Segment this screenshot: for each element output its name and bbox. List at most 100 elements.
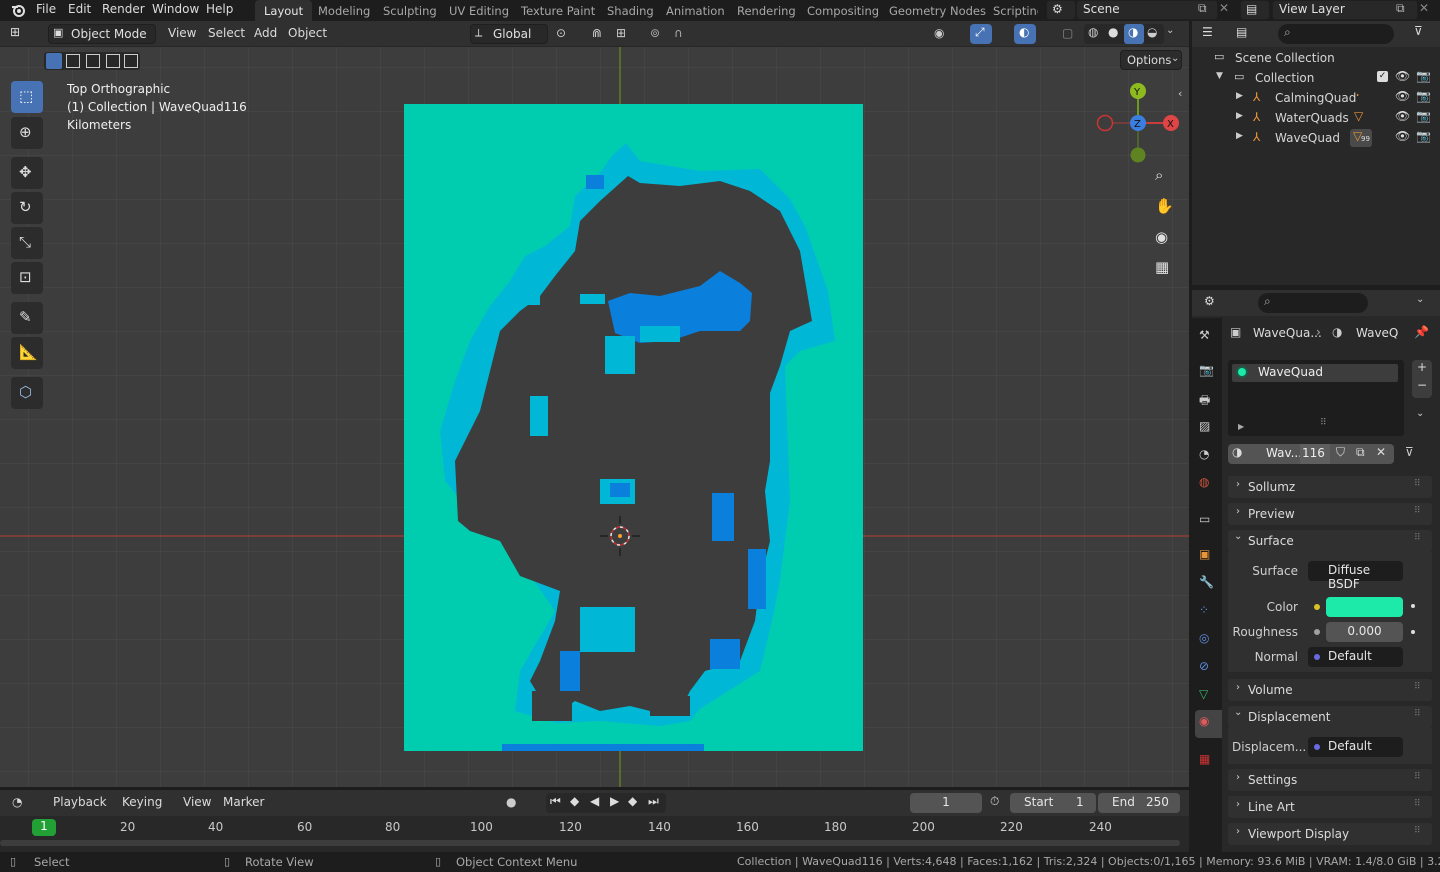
panel-sollumz[interactable]: › Sollumz ⠿: [1228, 476, 1432, 498]
menu-file[interactable]: File: [36, 2, 56, 16]
outliner-item-calmingquad[interactable]: ▶ ⅄ CalmingQuad ᛫ 👁 📷: [1192, 89, 1440, 109]
chevron-down-icon[interactable]: ⌄: [1416, 408, 1424, 419]
menu-render[interactable]: Render: [102, 2, 145, 16]
menu-timeline-view[interactable]: View: [183, 795, 211, 809]
menu-playback[interactable]: Playback: [53, 795, 107, 809]
tab-animation[interactable]: Animation: [657, 0, 734, 21]
outliner-search-input[interactable]: ⌕: [1278, 24, 1394, 44]
play-reverse-icon[interactable]: ◀: [590, 794, 599, 808]
properties-editor-icon[interactable]: ⚙: [1204, 294, 1215, 308]
scene-field[interactable]: Scene: [1076, 0, 1218, 20]
menu-window[interactable]: Window: [152, 2, 199, 16]
expand-arrow-icon[interactable]: ▶: [1236, 131, 1243, 141]
gizmo-toggle-button[interactable]: ⤢: [970, 24, 992, 44]
measure-tool[interactable]: 📐: [11, 337, 43, 369]
camera-icon[interactable]: 📷: [1416, 109, 1431, 123]
solid-shading-icon[interactable]: ●: [1108, 25, 1118, 39]
displacement-field[interactable]: Default: [1308, 737, 1403, 757]
snap-icon[interactable]: ⋒: [592, 26, 602, 40]
current-frame-badge[interactable]: 1: [32, 819, 56, 836]
options-dropdown[interactable]: Options ⌄: [1120, 50, 1182, 70]
camera-icon[interactable]: 📷: [1416, 69, 1431, 83]
menu-add[interactable]: Add: [254, 26, 277, 40]
texture-tab-icon[interactable]: ▦: [1199, 752, 1210, 766]
rotate-tool[interactable]: ↻: [11, 192, 43, 224]
eye-icon[interactable]: 👁: [1395, 89, 1410, 103]
link-type-icon[interactable]: ⊽: [1405, 445, 1414, 459]
start-frame-field[interactable]: Start 1: [1010, 793, 1096, 813]
tab-scripting[interactable]: Scripting: [984, 0, 1038, 21]
select-extend-button[interactable]: [66, 54, 80, 68]
falloff-icon[interactable]: ∩: [674, 26, 683, 40]
jump-start-icon[interactable]: ⏮: [550, 794, 561, 809]
menu-select[interactable]: Select: [208, 26, 245, 40]
menu-object[interactable]: Object: [288, 26, 327, 40]
expand-arrow-icon[interactable]: ▼: [1216, 71, 1223, 81]
world-tab-icon[interactable]: ◍: [1199, 475, 1209, 489]
outliner-collection[interactable]: ▼ ▭ Collection ✓ 👁 📷: [1192, 69, 1440, 89]
pan-hand-icon[interactable]: ✋: [1155, 197, 1177, 219]
keyframe-dot-icon[interactable]: [1411, 630, 1415, 634]
particles-tab-icon[interactable]: ⁘: [1199, 603, 1209, 617]
end-frame-field[interactable]: End 250: [1098, 793, 1180, 813]
material-slot-list[interactable]: WaveQuad ▶ ⠿: [1228, 360, 1404, 436]
expand-arrow-icon[interactable]: ▶: [1236, 111, 1243, 121]
unlink-icon[interactable]: ✕: [1376, 445, 1386, 459]
camera-icon[interactable]: 📷: [1416, 129, 1431, 143]
panel-viewport-display[interactable]: › Viewport Display ⠿: [1228, 823, 1432, 845]
chevron-down-icon[interactable]: ⌄: [1416, 294, 1424, 305]
object-tab-icon[interactable]: ▣: [1199, 547, 1210, 561]
drag-handle-icon[interactable]: ⠿: [1414, 799, 1421, 809]
outliner-scene-collection[interactable]: ▭ Scene Collection: [1192, 49, 1440, 69]
remove-scene-icon[interactable]: ✕: [1219, 1, 1229, 15]
rendered-shading-icon[interactable]: ◒: [1147, 25, 1157, 39]
overlays-toggle-button[interactable]: ◐: [1014, 24, 1036, 44]
browse-material-icon[interactable]: ◑: [1232, 445, 1242, 459]
view-layer-tab-icon[interactable]: ▨: [1199, 419, 1210, 433]
panel-displacement[interactable]: ⌄ Displacement ⠿: [1228, 706, 1432, 728]
tab-layout[interactable]: Layout: [255, 0, 313, 21]
blender-logo-icon[interactable]: [10, 2, 26, 21]
eye-icon[interactable]: 👁: [1395, 69, 1410, 83]
keyframe-dot-icon[interactable]: [1411, 604, 1415, 608]
eye-icon[interactable]: 👁: [1395, 129, 1410, 143]
drag-handle-icon[interactable]: ⠿: [1414, 772, 1421, 782]
resize-handle-icon[interactable]: ⠿: [1320, 418, 1327, 428]
eye-icon[interactable]: 👁: [1395, 109, 1410, 123]
panel-preview[interactable]: › Preview ⠿: [1228, 503, 1432, 525]
new-scene-icon[interactable]: ⧉: [1198, 1, 1207, 16]
preview-range-icon[interactable]: ⏱: [990, 794, 999, 809]
annotate-tool[interactable]: ✎: [11, 302, 43, 334]
drag-handle-icon[interactable]: ⠿: [1414, 479, 1421, 489]
constraints-tab-icon[interactable]: ⊘: [1199, 659, 1209, 673]
jump-end-icon[interactable]: ⏭: [648, 794, 659, 809]
pivot-point-icon[interactable]: ⊙: [556, 26, 566, 40]
panel-volume[interactable]: › Volume ⠿: [1228, 679, 1432, 701]
add-slot-icon[interactable]: +: [1417, 360, 1427, 374]
drag-handle-icon[interactable]: ⠿: [1414, 682, 1421, 692]
surface-shader-field[interactable]: Diffuse BSDF: [1308, 561, 1403, 591]
panel-settings[interactable]: › Settings ⠿: [1228, 769, 1432, 791]
data-tab-icon[interactable]: ▽: [1199, 687, 1208, 701]
tab-uv-editing[interactable]: UV Editing: [440, 0, 518, 21]
record-keyframe-icon[interactable]: ●: [506, 795, 516, 809]
transform-tool[interactable]: ⊡: [11, 262, 43, 294]
expand-arrow-icon[interactable]: ▶: [1238, 422, 1244, 431]
cursor-tool[interactable]: ⊕: [11, 117, 43, 149]
user-count-button[interactable]: 116: [1300, 444, 1330, 464]
tab-texture-paint[interactable]: Texture Paint: [512, 0, 604, 21]
remove-slot-icon[interactable]: −: [1417, 378, 1427, 392]
scale-tool[interactable]: ⤡: [11, 227, 43, 259]
menu-marker[interactable]: Marker: [223, 795, 264, 809]
3d-viewport[interactable]: Top Orthographic (1) Collection | WaveQu…: [0, 21, 1189, 787]
menu-edit[interactable]: Edit: [68, 2, 91, 16]
duplicate-icon[interactable]: ⧉: [1356, 445, 1365, 460]
visibility-icon[interactable]: ◉: [934, 26, 944, 40]
prev-keyframe-icon[interactable]: ◆: [570, 794, 579, 808]
camera-icon[interactable]: 📷: [1416, 89, 1431, 103]
new-view-layer-icon[interactable]: ⧉: [1396, 1, 1405, 16]
exclude-checkbox[interactable]: ✓: [1377, 71, 1388, 82]
drag-handle-icon[interactable]: ⠿: [1414, 506, 1421, 516]
physics-tab-icon[interactable]: ◎: [1199, 631, 1209, 645]
snap-target-icon[interactable]: ⊞: [616, 26, 626, 40]
